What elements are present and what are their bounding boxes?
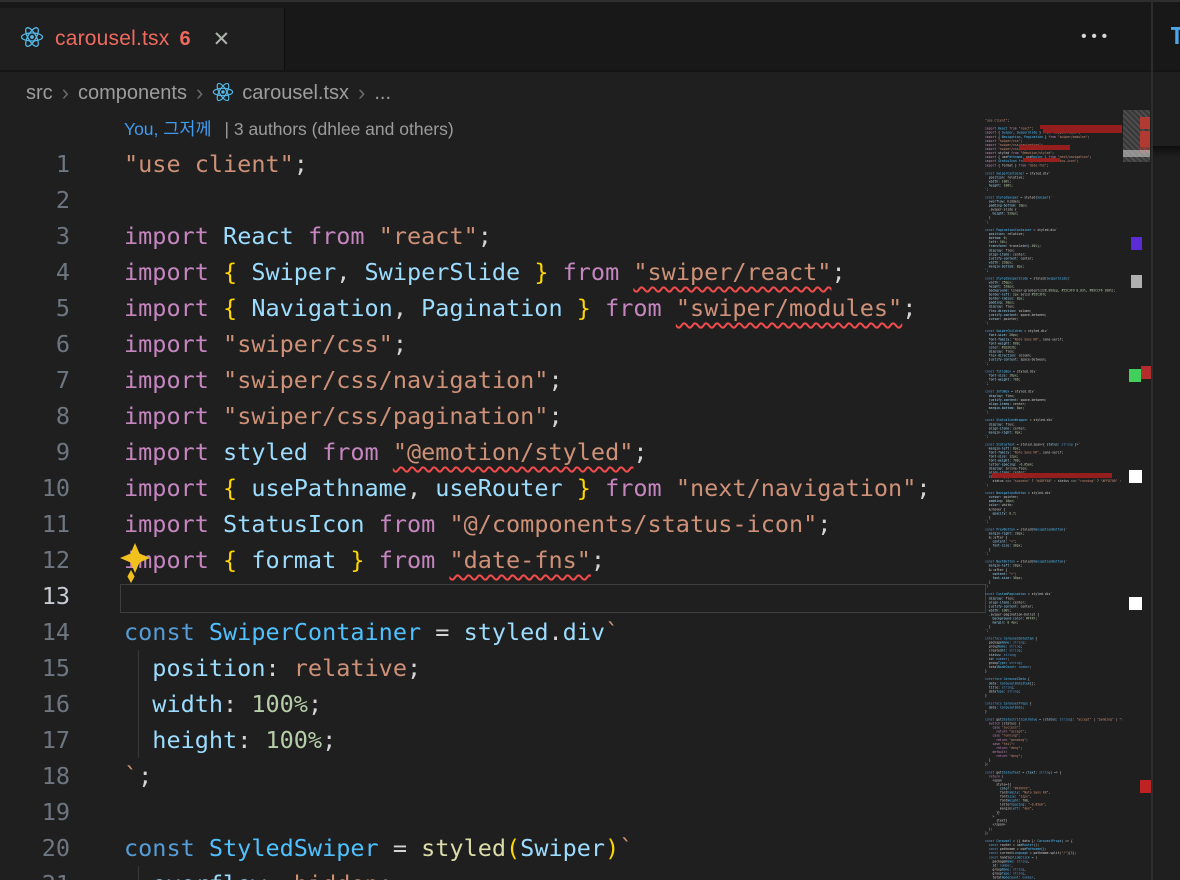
line-number: 9 xyxy=(0,434,70,470)
code-text: import { format } from "date-fns"; xyxy=(124,542,605,578)
code-line[interactable]: 18 `; xyxy=(0,758,985,794)
tab-bar: carousel.tsx 6 ✕ ••• xyxy=(0,0,1180,72)
code-line[interactable]: 5 import { Navigation, Pagination } from … xyxy=(0,290,985,326)
breadcrumb-item-components[interactable]: components xyxy=(78,82,187,105)
code-text: position: relative; xyxy=(124,650,421,686)
line-number: 1 xyxy=(0,146,70,182)
code-text: import "swiper/css/navigation"; xyxy=(124,362,563,398)
copilot-sparkle-icon[interactable] xyxy=(118,542,152,589)
code-area[interactable]: You, 그저께 | 3 authors (dhlee and others) … xyxy=(0,112,985,880)
vscode-editor-window: carousel.tsx 6 ✕ ••• src › components › … xyxy=(0,0,1180,880)
code-line[interactable]: 20 const StyledSwiper = styled(Swiper)` xyxy=(0,830,985,866)
react-file-icon xyxy=(20,25,44,54)
close-tab-icon[interactable]: ✕ xyxy=(213,29,231,50)
tab-title: carousel.tsx xyxy=(55,27,169,51)
chevron-right-icon: › xyxy=(358,82,365,104)
code-line[interactable]: 1 "use client"; xyxy=(0,146,985,182)
code-text: height: 100%; xyxy=(124,722,336,758)
breadcrumb-item-symbol[interactable]: ... xyxy=(374,82,391,105)
line-number: 13 xyxy=(0,578,70,614)
code-text: import React from "react"; xyxy=(124,218,492,254)
line-number: 15 xyxy=(0,650,70,686)
secondary-editor-group[interactable] xyxy=(1153,72,1180,880)
line-number: 5 xyxy=(0,290,70,326)
scroll-shadow xyxy=(1153,146,1180,158)
breadcrumb-item-src[interactable]: src xyxy=(26,82,53,105)
breadcrumb: src › components › carousel.tsx › ... xyxy=(0,74,1151,112)
scrollbar-slider[interactable] xyxy=(1123,110,1150,162)
line-number: 18 xyxy=(0,758,70,794)
line-number: 21 xyxy=(0,866,70,880)
line-number: 16 xyxy=(0,686,70,722)
code-line[interactable]: 4 import { Swiper, SwiperSlide } from "sw… xyxy=(0,254,985,290)
chevron-right-icon: › xyxy=(62,82,69,104)
code-line[interactable]: 14 const SwiperContainer = styled.div` xyxy=(0,614,985,650)
react-file-icon xyxy=(212,81,234,109)
code-line[interactable]: 16 width: 100%; xyxy=(0,686,985,722)
line-number: 2 xyxy=(0,182,70,218)
code-text: import { Navigation, Pagination } from "… xyxy=(124,290,916,326)
code-text: import "swiper/css/pagination"; xyxy=(124,398,563,434)
code-text: "use client"; xyxy=(124,146,308,182)
code-text: overflow: hidden; xyxy=(124,866,393,880)
code-text: import StatusIcon from "@/components/sta… xyxy=(124,506,831,542)
line-number: 6 xyxy=(0,326,70,362)
code-line[interactable]: 7 import "swiper/css/navigation"; xyxy=(0,362,985,398)
code-line[interactable]: 17 height: 100%; xyxy=(0,722,985,758)
minimap-content: "use client";import React from "react";i… xyxy=(985,119,1122,880)
code-text: `; xyxy=(124,758,152,794)
breadcrumb-item-file[interactable]: carousel.tsx xyxy=(242,82,349,105)
code-line[interactable]: 3 import React from "react"; xyxy=(0,218,985,254)
problems-count-badge: 6 xyxy=(179,28,190,51)
minimap-line: status === "success" ? "#48FF48" : statu… xyxy=(985,479,1122,483)
line-number: 7 xyxy=(0,362,70,398)
code-line[interactable]: 10 import { usePathname, useRouter } from… xyxy=(0,470,985,506)
authors-text: | 3 authors (dhlee and others) xyxy=(224,119,453,139)
code-line[interactable]: 21 overflow: hidden; xyxy=(0,866,985,880)
code-text: import { usePathname, useRouter } from "… xyxy=(124,470,931,506)
secondary-tab-file-icon[interactable]: T xyxy=(1170,24,1180,50)
git-blame-codelens: You, 그저께 | 3 authors (dhlee and others) xyxy=(0,112,985,146)
editor-more-actions-icon[interactable]: ••• xyxy=(1081,28,1112,45)
code-text: const StyledSwiper = styled(Swiper)` xyxy=(124,830,633,866)
code-line[interactable]: 6 import "swiper/css"; xyxy=(0,326,985,362)
line-number: 10 xyxy=(0,470,70,506)
line-number: 20 xyxy=(0,830,70,866)
code-text: import styled from "@emotion/styled"; xyxy=(124,434,648,470)
chevron-right-icon: › xyxy=(196,82,203,104)
code-line[interactable]: 9 import styled from "@emotion/styled"; xyxy=(0,434,985,470)
code-line[interactable]: 19 xyxy=(0,794,985,830)
line-number: 11 xyxy=(0,506,70,542)
blame-link[interactable]: You, 그저께 xyxy=(124,119,212,139)
line-number: 8 xyxy=(0,398,70,434)
line-number: 17 xyxy=(0,722,70,758)
code-text: width: 100%; xyxy=(124,686,322,722)
code-line[interactable]: 11 import StatusIcon from "@/components/s… xyxy=(0,506,985,542)
code-line[interactable]: 15 position: relative; xyxy=(0,650,985,686)
line-number: 12 xyxy=(0,542,70,578)
line-number: 19 xyxy=(0,794,70,830)
minimap[interactable]: "use client";import React from "react";i… xyxy=(985,110,1122,880)
tab-carousel-tsx[interactable]: carousel.tsx 6 ✕ xyxy=(0,8,284,70)
code-line[interactable]: 8 import "swiper/css/pagination"; xyxy=(0,398,985,434)
code-text: const SwiperContainer = styled.div` xyxy=(124,614,619,650)
code-text: import "swiper/css"; xyxy=(124,326,407,362)
line-number: 14 xyxy=(0,614,70,650)
code-text: import { Swiper, SwiperSlide } from "swi… xyxy=(124,254,846,290)
line-number: 4 xyxy=(0,254,70,290)
scrollbar[interactable] xyxy=(1122,72,1151,880)
line-number: 3 xyxy=(0,218,70,254)
code-line[interactable]: 2 xyxy=(0,182,985,218)
